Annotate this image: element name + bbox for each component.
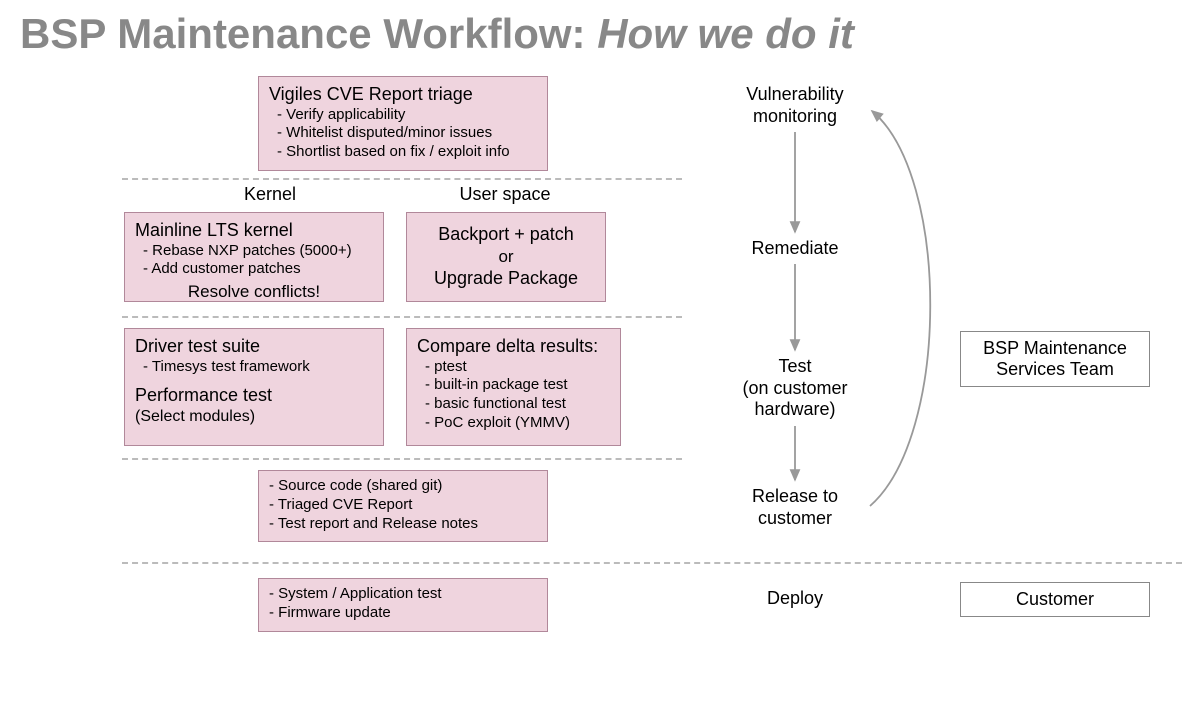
flow-rel: Release to customer — [720, 486, 870, 529]
box-release: - Source code (shared git) - Triaged CVE… — [258, 470, 548, 542]
user-test-t1: Compare delta results: — [417, 335, 610, 358]
kernel-test-b1: - Timesys test framework — [135, 358, 373, 377]
release-b2: - Triaged CVE Report — [269, 496, 537, 515]
release-b3: - Test report and Release notes — [269, 515, 537, 534]
user-rem-l3: Upgrade Package — [417, 267, 595, 290]
label-kernel: Kernel — [220, 184, 320, 205]
user-test-b3: - basic functional test — [417, 395, 610, 414]
user-rem-l2: or — [417, 246, 595, 267]
kernel-rem-b2: - Add customer patches — [135, 260, 373, 279]
dashed-4 — [122, 562, 1182, 564]
slide-title: BSP Maintenance Workflow: How we do it — [0, 0, 1200, 66]
triage-b2: - Whitelist disputed/minor issues — [269, 124, 537, 143]
user-rem-l1: Backport + patch — [417, 223, 595, 246]
triage-b1: - Verify applicability — [269, 106, 537, 125]
flow-rem: Remediate — [720, 238, 870, 260]
box-user-remediate: Backport + patch or Upgrade Package — [406, 212, 606, 302]
flow-test: Test (on customer hardware) — [700, 356, 890, 421]
box-kernel-test: Driver test suite - Timesys test framewo… — [124, 328, 384, 446]
flow-vuln: Vulnerability monitoring — [720, 84, 870, 127]
box-triage: Vigiles CVE Report triage - Verify appli… — [258, 76, 548, 171]
dashed-3 — [122, 458, 682, 460]
kernel-rem-b1: - Rebase NXP patches (5000+) — [135, 242, 373, 261]
deploy-b2: - Firmware update — [269, 604, 537, 623]
kernel-rem-title: Mainline LTS kernel — [135, 219, 373, 242]
team-box: BSP Maintenance Services Team — [960, 331, 1150, 387]
title-prefix: BSP Maintenance Workflow: — [20, 10, 597, 57]
title-italic: How we do it — [597, 10, 854, 57]
box-deploy: - System / Application test - Firmware u… — [258, 578, 548, 632]
kernel-test-t2: Performance test — [135, 376, 373, 407]
triage-title: Vigiles CVE Report triage — [269, 83, 537, 106]
user-test-b2: - built-in package test — [417, 376, 610, 395]
flow-dep: Deploy — [720, 588, 870, 610]
label-user: User space — [430, 184, 580, 205]
box-kernel-remediate: Mainline LTS kernel - Rebase NXP patches… — [124, 212, 384, 302]
box-user-test: Compare delta results: - ptest - built-i… — [406, 328, 621, 446]
release-b1: - Source code (shared git) — [269, 477, 537, 496]
dashed-2 — [122, 316, 682, 318]
deploy-b1: - System / Application test — [269, 585, 537, 604]
triage-b3: - Shortlist based on fix / exploit info — [269, 143, 537, 162]
dashed-1 — [122, 178, 682, 180]
kernel-rem-resolve: Resolve conflicts! — [135, 279, 373, 302]
user-test-b1: - ptest — [417, 358, 610, 377]
user-test-b4: - PoC exploit (YMMV) — [417, 414, 610, 433]
diagram-stage: Vigiles CVE Report triage - Verify appli… — [0, 66, 1200, 706]
kernel-test-b2: (Select modules) — [135, 407, 373, 427]
kernel-test-t1: Driver test suite — [135, 335, 373, 358]
customer-box: Customer — [960, 582, 1150, 617]
